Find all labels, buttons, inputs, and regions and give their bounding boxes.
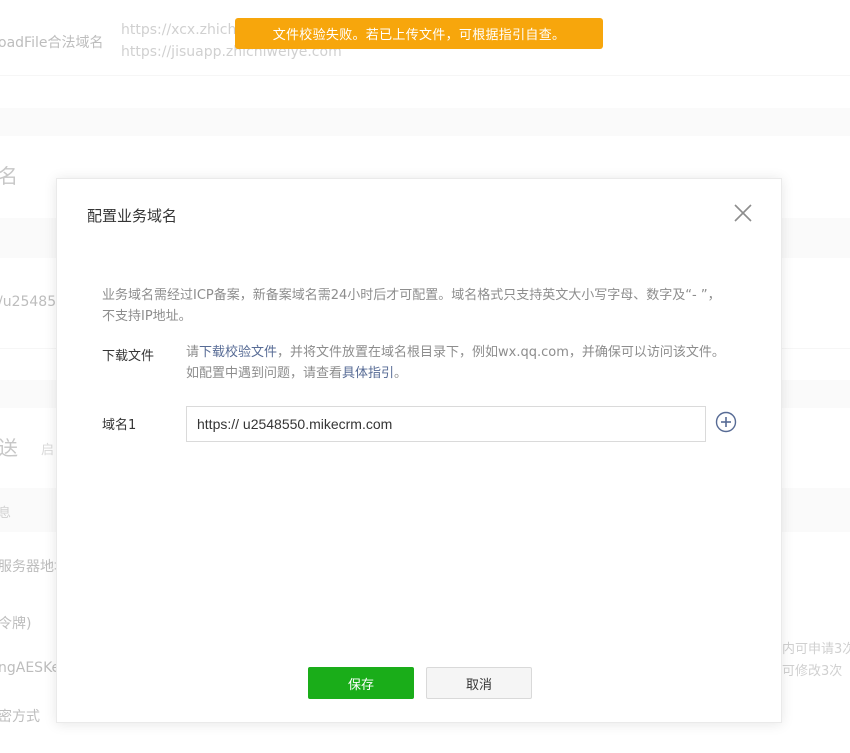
download-instructions: 请下载校验文件，并将文件放置在域名根目录下，例如wx.qq.com，并确保可以访… xyxy=(186,342,736,384)
cancel-button[interactable]: 取消 xyxy=(426,667,532,699)
guide-link[interactable]: 具体指引 xyxy=(342,366,394,381)
domain-1-input[interactable] xyxy=(186,406,706,442)
add-domain-button[interactable] xyxy=(715,411,737,433)
close-button[interactable] xyxy=(731,201,755,225)
download-verify-file-link[interactable]: 下载校验文件 xyxy=(199,345,277,360)
domain-1-label: 域名1 xyxy=(102,418,137,433)
domain-requirements-text: 业务域名需经过ICP备案，新备案域名需24小时后才可配置。域名格式只支持英文大小… xyxy=(102,288,721,324)
close-icon xyxy=(734,204,752,222)
error-toast: 文件校验失败。若已上传文件，可根据指引自查。 xyxy=(235,18,603,49)
dialog-title: 配置业务域名 xyxy=(87,207,178,225)
config-domain-dialog: 配置业务域名 业务域名需经过ICP备案，新备案域名需24小时后才可配置。域名格式… xyxy=(56,178,782,723)
save-button[interactable]: 保存 xyxy=(308,667,414,699)
download-suffix: 。 xyxy=(394,366,408,381)
download-prefix: 请 xyxy=(186,345,200,360)
plus-circle-icon xyxy=(715,411,737,433)
download-file-label: 下载文件 xyxy=(102,349,155,364)
